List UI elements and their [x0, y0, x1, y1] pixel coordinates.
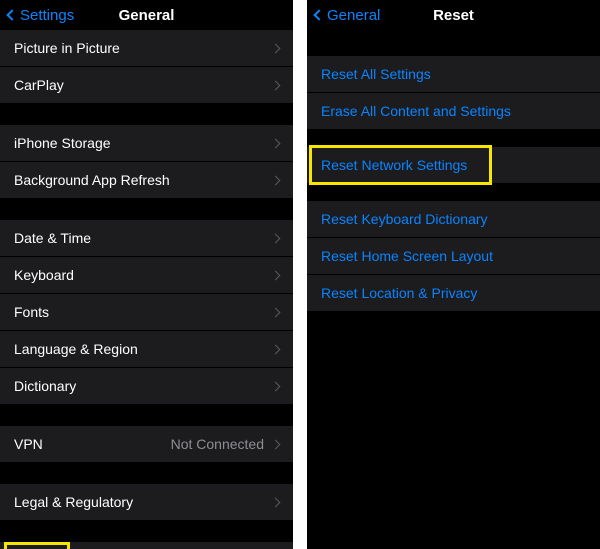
- cell-label: Reset Home Screen Layout: [321, 248, 586, 264]
- cell-date-time[interactable]: Date & Time: [0, 220, 293, 256]
- cell-reset-keyboard-dictionary[interactable]: Reset Keyboard Dictionary: [307, 201, 600, 237]
- cell-reset-location-privacy[interactable]: Reset Location & Privacy: [307, 275, 600, 311]
- cell-vpn[interactable]: VPN Not Connected: [0, 426, 293, 462]
- cell-label: iPhone Storage: [14, 135, 272, 151]
- back-to-settings[interactable]: Settings: [8, 7, 74, 24]
- cell-erase-all-content[interactable]: Erase All Content and Settings: [307, 93, 600, 129]
- general-content: Picture in Picture CarPlay iPhone Storag…: [0, 30, 293, 549]
- cell-label: Fonts: [14, 304, 272, 320]
- cell-label: VPN: [14, 436, 171, 452]
- chevron-right-icon: [271, 233, 281, 243]
- cell-fonts[interactable]: Fonts: [0, 294, 293, 330]
- cell-label: Reset Network Settings: [321, 157, 586, 173]
- cell-legal-regulatory[interactable]: Legal & Regulatory: [0, 484, 293, 520]
- highlight-annotation: [4, 542, 70, 549]
- chevron-right-icon: [271, 43, 281, 53]
- back-label: Settings: [20, 7, 74, 24]
- cell-label: Picture in Picture: [14, 40, 272, 56]
- chevron-right-icon: [271, 80, 281, 90]
- cell-label: Background App Refresh: [14, 172, 272, 188]
- cell-label: Dictionary: [14, 378, 272, 394]
- cell-reset-home-screen-layout[interactable]: Reset Home Screen Layout: [307, 238, 600, 274]
- cell-dictionary[interactable]: Dictionary: [0, 368, 293, 404]
- reset-content: Reset All Settings Erase All Content and…: [307, 30, 600, 311]
- screen-reset: General Reset Reset All Settings Erase A…: [307, 0, 600, 549]
- cell-label: Date & Time: [14, 230, 272, 246]
- cell-keyboard[interactable]: Keyboard: [0, 257, 293, 293]
- nav-title: General: [119, 7, 175, 24]
- cell-value: Not Connected: [171, 436, 264, 452]
- chevron-right-icon: [271, 307, 281, 317]
- cell-label: Legal & Regulatory: [14, 494, 272, 510]
- nav-title: Reset: [433, 7, 474, 24]
- chevron-left-icon: [6, 9, 17, 20]
- cell-label: Language & Region: [14, 341, 272, 357]
- screen-general: Settings General Picture in Picture CarP…: [0, 0, 293, 549]
- chevron-right-icon: [271, 344, 281, 354]
- cell-label: Reset All Settings: [321, 66, 586, 82]
- chevron-left-icon: [313, 9, 324, 20]
- chevron-right-icon: [271, 497, 281, 507]
- cell-background-app-refresh[interactable]: Background App Refresh: [0, 162, 293, 198]
- cell-label: CarPlay: [14, 77, 272, 93]
- back-label: General: [327, 7, 380, 24]
- cell-language-region[interactable]: Language & Region: [0, 331, 293, 367]
- cell-label: Keyboard: [14, 267, 272, 283]
- back-to-general[interactable]: General: [315, 7, 380, 24]
- cell-reset[interactable]: Reset: [0, 542, 293, 549]
- cell-label: Reset Keyboard Dictionary: [321, 211, 586, 227]
- chevron-right-icon: [271, 381, 281, 391]
- nav-bar: General Reset: [307, 0, 600, 30]
- cell-reset-network-settings[interactable]: Reset Network Settings: [307, 147, 600, 183]
- cell-iphone-storage[interactable]: iPhone Storage: [0, 125, 293, 161]
- chevron-right-icon: [271, 175, 281, 185]
- cell-carplay[interactable]: CarPlay: [0, 67, 293, 103]
- nav-bar: Settings General: [0, 0, 293, 30]
- cell-label: Erase All Content and Settings: [321, 103, 586, 119]
- chevron-right-icon: [271, 270, 281, 280]
- cell-picture-in-picture[interactable]: Picture in Picture: [0, 30, 293, 66]
- cell-label: Reset Location & Privacy: [321, 285, 586, 301]
- chevron-right-icon: [271, 439, 281, 449]
- cell-reset-all-settings[interactable]: Reset All Settings: [307, 56, 600, 92]
- chevron-right-icon: [271, 138, 281, 148]
